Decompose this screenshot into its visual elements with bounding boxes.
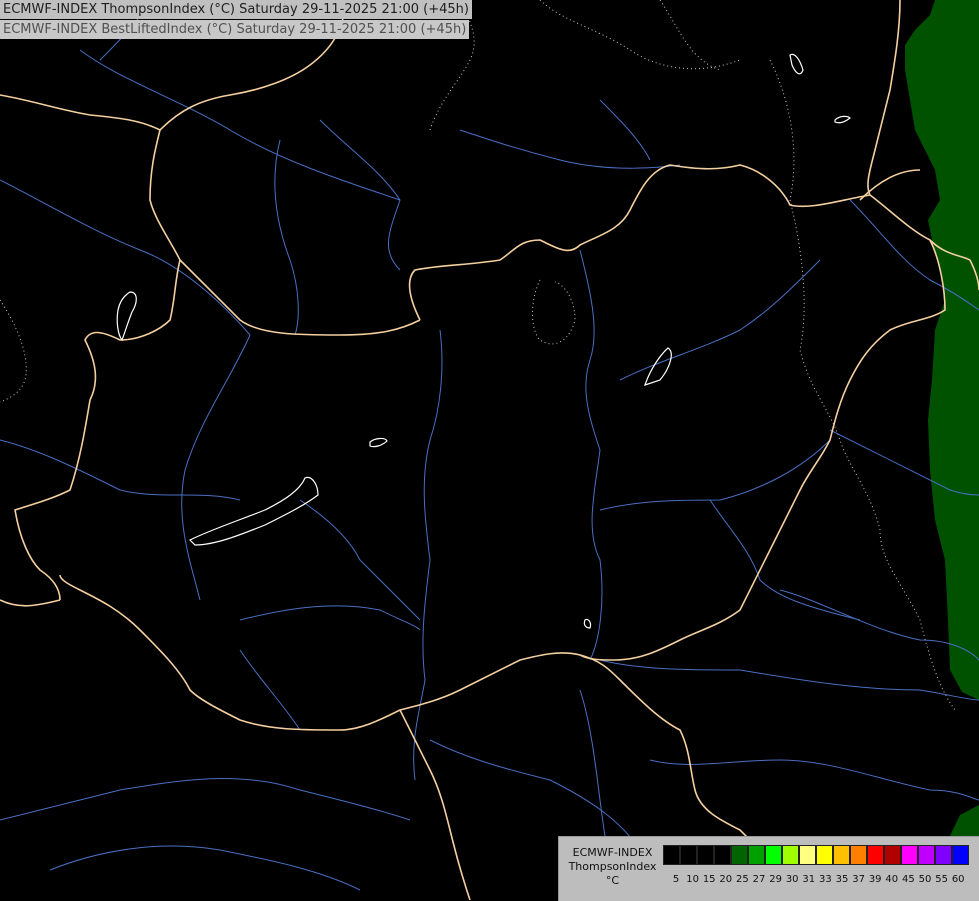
legend-swatch	[714, 845, 731, 865]
legend-swatch	[816, 845, 833, 865]
legend-swatch	[765, 845, 782, 865]
legend-tick-label: 5	[672, 874, 680, 885]
legend-title-model: ECMWF-INDEX	[572, 846, 653, 859]
legend-swatch	[884, 845, 901, 865]
map-background	[0, 0, 979, 900]
legend-tick-label: 33	[819, 874, 832, 885]
legend-tick-label: 25	[736, 874, 749, 885]
legend-swatch	[782, 845, 799, 865]
legend-title: ECMWF-INDEX ThompsonIndex °C	[565, 846, 660, 888]
legend-tick-label: 39	[868, 874, 882, 885]
legend-title-index: ThompsonIndex	[568, 860, 657, 873]
legend-tick-label: 60	[951, 874, 965, 885]
legend-swatch	[918, 845, 935, 865]
legend-swatch	[663, 845, 680, 865]
legend-tick-label: 29	[769, 874, 782, 885]
legend-tick-label: 45	[902, 874, 915, 885]
legend-swatch	[850, 845, 867, 865]
legend-title-unit: °C	[605, 874, 620, 887]
map-header: ECMWF-INDEX ThompsonIndex (°C) Saturday …	[0, 0, 472, 39]
legend-swatch	[833, 845, 850, 865]
legend-tick-label: 30	[785, 874, 799, 885]
legend-swatch	[697, 845, 714, 865]
legend-tick-label: 35	[835, 874, 849, 885]
legend-swatch	[680, 845, 697, 865]
legend-swatch	[935, 845, 952, 865]
legend-color-bar	[663, 845, 969, 865]
legend-swatch	[901, 845, 918, 865]
legend-tick-label: 50	[918, 874, 932, 885]
legend-swatch	[731, 845, 748, 865]
legend-tick-label: 55	[935, 874, 948, 885]
legend-swatch	[867, 845, 884, 865]
legend-tick-label: 31	[802, 874, 816, 885]
legend-tick-label: 10	[686, 874, 699, 885]
legend-tick-label: 37	[852, 874, 865, 885]
legend-tick-label: 27	[752, 874, 766, 885]
header-title-thompson: ECMWF-INDEX ThompsonIndex (°C) Saturday …	[0, 0, 472, 19]
header-title-bestlifted: ECMWF-INDEX BestLiftedIndex (°C) Saturda…	[0, 20, 470, 39]
legend-tick-label: 20	[719, 874, 733, 885]
map-canvas	[0, 0, 979, 900]
legend-swatch	[952, 845, 969, 865]
legend-swatch	[799, 845, 816, 865]
legend-tick-label: 15	[702, 874, 716, 885]
legend-tick-label: 40	[885, 874, 899, 885]
legend-swatch	[748, 845, 765, 865]
color-legend: ECMWF-INDEX ThompsonIndex °C 5 10 15 20 25 27…	[558, 836, 979, 901]
